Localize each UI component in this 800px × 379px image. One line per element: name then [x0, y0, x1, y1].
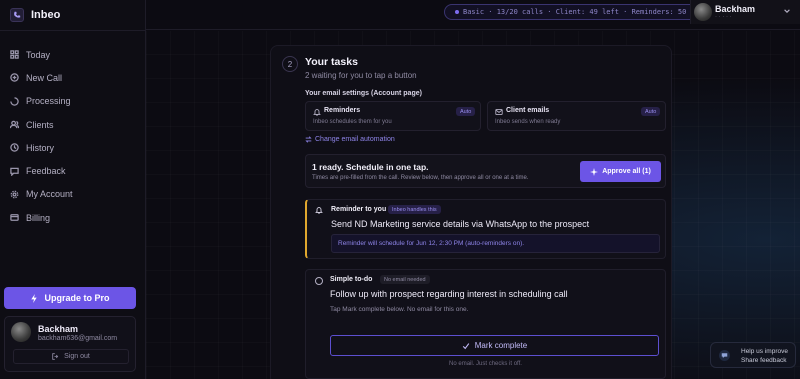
upgrade-label: Upgrade to Pro — [44, 293, 110, 303]
ready-title: 1 ready. Schedule in one tap. — [312, 162, 429, 172]
user-email: backham636@gmail.com — [38, 335, 118, 342]
task-tag: No email needed — [380, 275, 430, 284]
brand[interactable]: Inbeo — [10, 8, 60, 22]
client-emails-subtitle: Inbeo sends when ready — [495, 119, 561, 125]
change-email-automation-link[interactable]: Change email automation — [305, 136, 395, 143]
sidebar-item-label: Today — [26, 49, 51, 60]
user-card: Backham backham636@gmail.com Sign out — [4, 316, 136, 372]
mark-complete-label: Mark complete — [474, 341, 528, 350]
message-icon — [10, 167, 19, 176]
task-footnote: No email. Just checks it off. — [449, 361, 522, 367]
task-checkbox[interactable] — [315, 277, 323, 285]
clock-icon — [10, 143, 19, 153]
avatar — [694, 3, 712, 21]
sign-out-icon — [52, 353, 59, 360]
spinner-icon — [10, 97, 19, 106]
task-card-todo: Simple to-do No email needed Follow up w… — [305, 269, 666, 379]
feedback-widget[interactable]: Help us improve Share feedback — [710, 342, 796, 368]
mail-icon — [495, 109, 503, 115]
step-number: 2 — [282, 56, 298, 72]
approve-all-button[interactable]: Approve all (1) — [580, 161, 661, 182]
page-subtitle: 2 waiting for you to tap a button — [305, 71, 417, 80]
sidebar-item-processing[interactable]: Processing — [10, 90, 73, 113]
auto-badge: Auto — [456, 107, 476, 116]
sidebar-item-history[interactable]: History — [10, 136, 73, 159]
plus-circle-icon — [10, 73, 19, 83]
main-area: 2 Your tasks 2 waiting for you to tap a … — [146, 31, 800, 379]
ready-summary: 1 ready. Schedule in one tap. Times are … — [305, 154, 666, 188]
tasks-panel: 2 Your tasks 2 waiting for you to tap a … — [270, 45, 672, 379]
sparkle-icon — [590, 167, 599, 176]
ready-subtitle: Times are pre-filled from the call. Revi… — [312, 175, 529, 181]
sidebar: Inbeo Today New Call Processing Clients … — [0, 0, 146, 379]
task-kind: Simple to-do — [330, 276, 373, 283]
sidebar-item-feedback[interactable]: Feedback — [10, 159, 73, 182]
check-icon — [462, 342, 470, 349]
client-emails-title: Client emails — [506, 107, 550, 114]
plan-status-text: Basic · 13/20 calls · Client: 49 left · … — [463, 8, 708, 16]
help-line-1: Help us improve — [741, 348, 788, 355]
sidebar-item-label: Billing — [26, 212, 51, 223]
sidebar-item-label: Feedback — [26, 166, 66, 177]
divider — [0, 30, 146, 31]
grid-icon — [10, 50, 19, 59]
chevron-down-icon — [784, 9, 790, 13]
chat-bubble-icon — [719, 350, 730, 361]
sidebar-item-label: Processing — [26, 96, 71, 107]
bolt-icon — [31, 293, 38, 303]
sidebar-item-clients[interactable]: Clients — [10, 113, 73, 136]
credit-card-icon — [10, 214, 19, 222]
reminder-schedule-note: Reminder will schedule for Jun 12, 2:30 … — [331, 234, 660, 253]
sidebar-item-my-account[interactable]: My Account — [10, 183, 73, 206]
user-name: Backham — [38, 324, 79, 334]
page-title: Your tasks — [305, 56, 358, 68]
change-email-automation-label: Change email automation — [315, 136, 395, 143]
reminders-subtitle: Inbeo schedules them for you — [313, 119, 392, 125]
sidebar-item-billing[interactable]: Billing — [10, 206, 73, 229]
phone-logo-icon — [10, 8, 24, 22]
approve-all-label: Approve all (1) — [602, 168, 651, 175]
swap-icon — [305, 136, 312, 143]
topbar: Basic · 13/20 calls · Client: 49 left · … — [146, 0, 800, 30]
sidebar-item-new-call[interactable]: New Call — [10, 66, 73, 89]
auto-badge: Auto — [641, 107, 661, 116]
sidebar-item-today[interactable]: Today — [10, 43, 73, 66]
reminders-setting-card[interactable]: Reminders Inbeo schedules them for you A… — [305, 101, 481, 131]
sidebar-item-label: Clients — [26, 119, 54, 130]
sign-out-button[interactable]: Sign out — [13, 349, 129, 364]
account-menu[interactable]: Backham · · · · · — [690, 0, 800, 24]
mark-complete-button[interactable]: Mark complete — [330, 335, 659, 356]
email-settings-heading: Your email settings (Account page) — [305, 90, 422, 97]
task-card-reminder: Reminder to you Inbeo handles this Send … — [305, 199, 666, 259]
sidebar-nav: Today New Call Processing Clients Histor… — [10, 43, 73, 229]
task-tag: Inbeo handles this — [388, 205, 441, 214]
client-emails-setting-card[interactable]: Client emails Inbeo sends when ready Aut… — [487, 101, 666, 131]
task-title: Follow up with prospect regarding intere… — [330, 289, 568, 299]
sidebar-item-label: My Account — [26, 189, 73, 200]
task-kind: Reminder to you — [331, 206, 387, 213]
account-subtitle: · · · · · — [715, 14, 732, 20]
reminders-title: Reminders — [324, 107, 361, 114]
sidebar-item-label: New Call — [26, 72, 63, 83]
upgrade-button[interactable]: Upgrade to Pro — [4, 287, 136, 309]
help-line-2: Share feedback — [741, 357, 787, 364]
avatar — [11, 322, 31, 342]
sign-out-label: Sign out — [64, 353, 90, 360]
sidebar-item-label: History — [26, 142, 55, 153]
bell-icon — [315, 207, 323, 214]
users-icon — [10, 120, 19, 129]
plan-status-pill[interactable]: Basic · 13/20 calls · Client: 49 left · … — [444, 4, 719, 20]
account-name: Backham — [715, 4, 756, 14]
task-hint: Tap Mark complete below. No email for th… — [330, 306, 469, 313]
status-dot-icon — [455, 10, 459, 14]
app-name: Inbeo — [31, 9, 61, 21]
gear-icon — [10, 190, 19, 199]
bell-icon — [313, 109, 321, 116]
task-title: Send ND Marketing service details via Wh… — [331, 219, 590, 229]
